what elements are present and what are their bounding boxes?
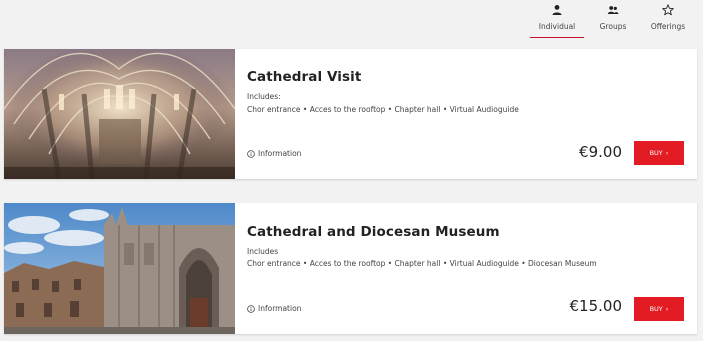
buy-button[interactable]: BUY ›	[634, 297, 684, 321]
information-label: Information	[258, 304, 302, 313]
chevron-right-icon: ›	[665, 305, 669, 313]
tab-groups-label: Groups	[599, 22, 627, 31]
tab-groups[interactable]: Groups	[594, 4, 632, 38]
tab-offerings[interactable]: Offerings	[646, 4, 690, 38]
chevron-right-icon: ›	[665, 149, 669, 157]
includes-list: Chor entrance • Acces to the rooftop • C…	[247, 105, 519, 114]
tab-individual-label: Individual	[538, 22, 576, 31]
info-icon	[247, 304, 255, 313]
includes-list: Chor entrance • Acces to the rooftop • C…	[247, 259, 597, 268]
buy-label: BUY	[649, 149, 663, 157]
information-label: Information	[258, 149, 302, 158]
ticket-card-cathedral-visit: Cathedral Visit Includes: Chor entrance …	[4, 49, 697, 179]
price: €15.00	[569, 297, 623, 315]
buy-button[interactable]: BUY ›	[634, 141, 684, 165]
ticket-card-cathedral-museum: Cathedral and Diocesan Museum Includes C…	[4, 203, 697, 334]
ticket-type-tabs: Individual Groups Offerings	[0, 0, 703, 46]
cathedral-interior-photo	[4, 49, 235, 179]
person-icon	[552, 5, 562, 15]
star-icon	[662, 4, 674, 16]
buy-label: BUY	[649, 305, 663, 313]
group-icon	[607, 6, 619, 14]
tab-offerings-label: Offerings	[650, 22, 686, 31]
card-title: Cathedral Visit	[247, 69, 362, 85]
information-link[interactable]: Information	[247, 304, 301, 313]
card-title: Cathedral and Diocesan Museum	[247, 224, 500, 240]
includes-label: Includes:	[247, 92, 281, 101]
info-icon	[247, 149, 255, 158]
tab-individual[interactable]: Individual	[530, 4, 584, 38]
information-link[interactable]: Information	[247, 149, 301, 158]
price: €9.00	[579, 143, 622, 161]
cathedral-facade-photo	[4, 203, 235, 334]
includes-label: Includes	[247, 247, 279, 256]
